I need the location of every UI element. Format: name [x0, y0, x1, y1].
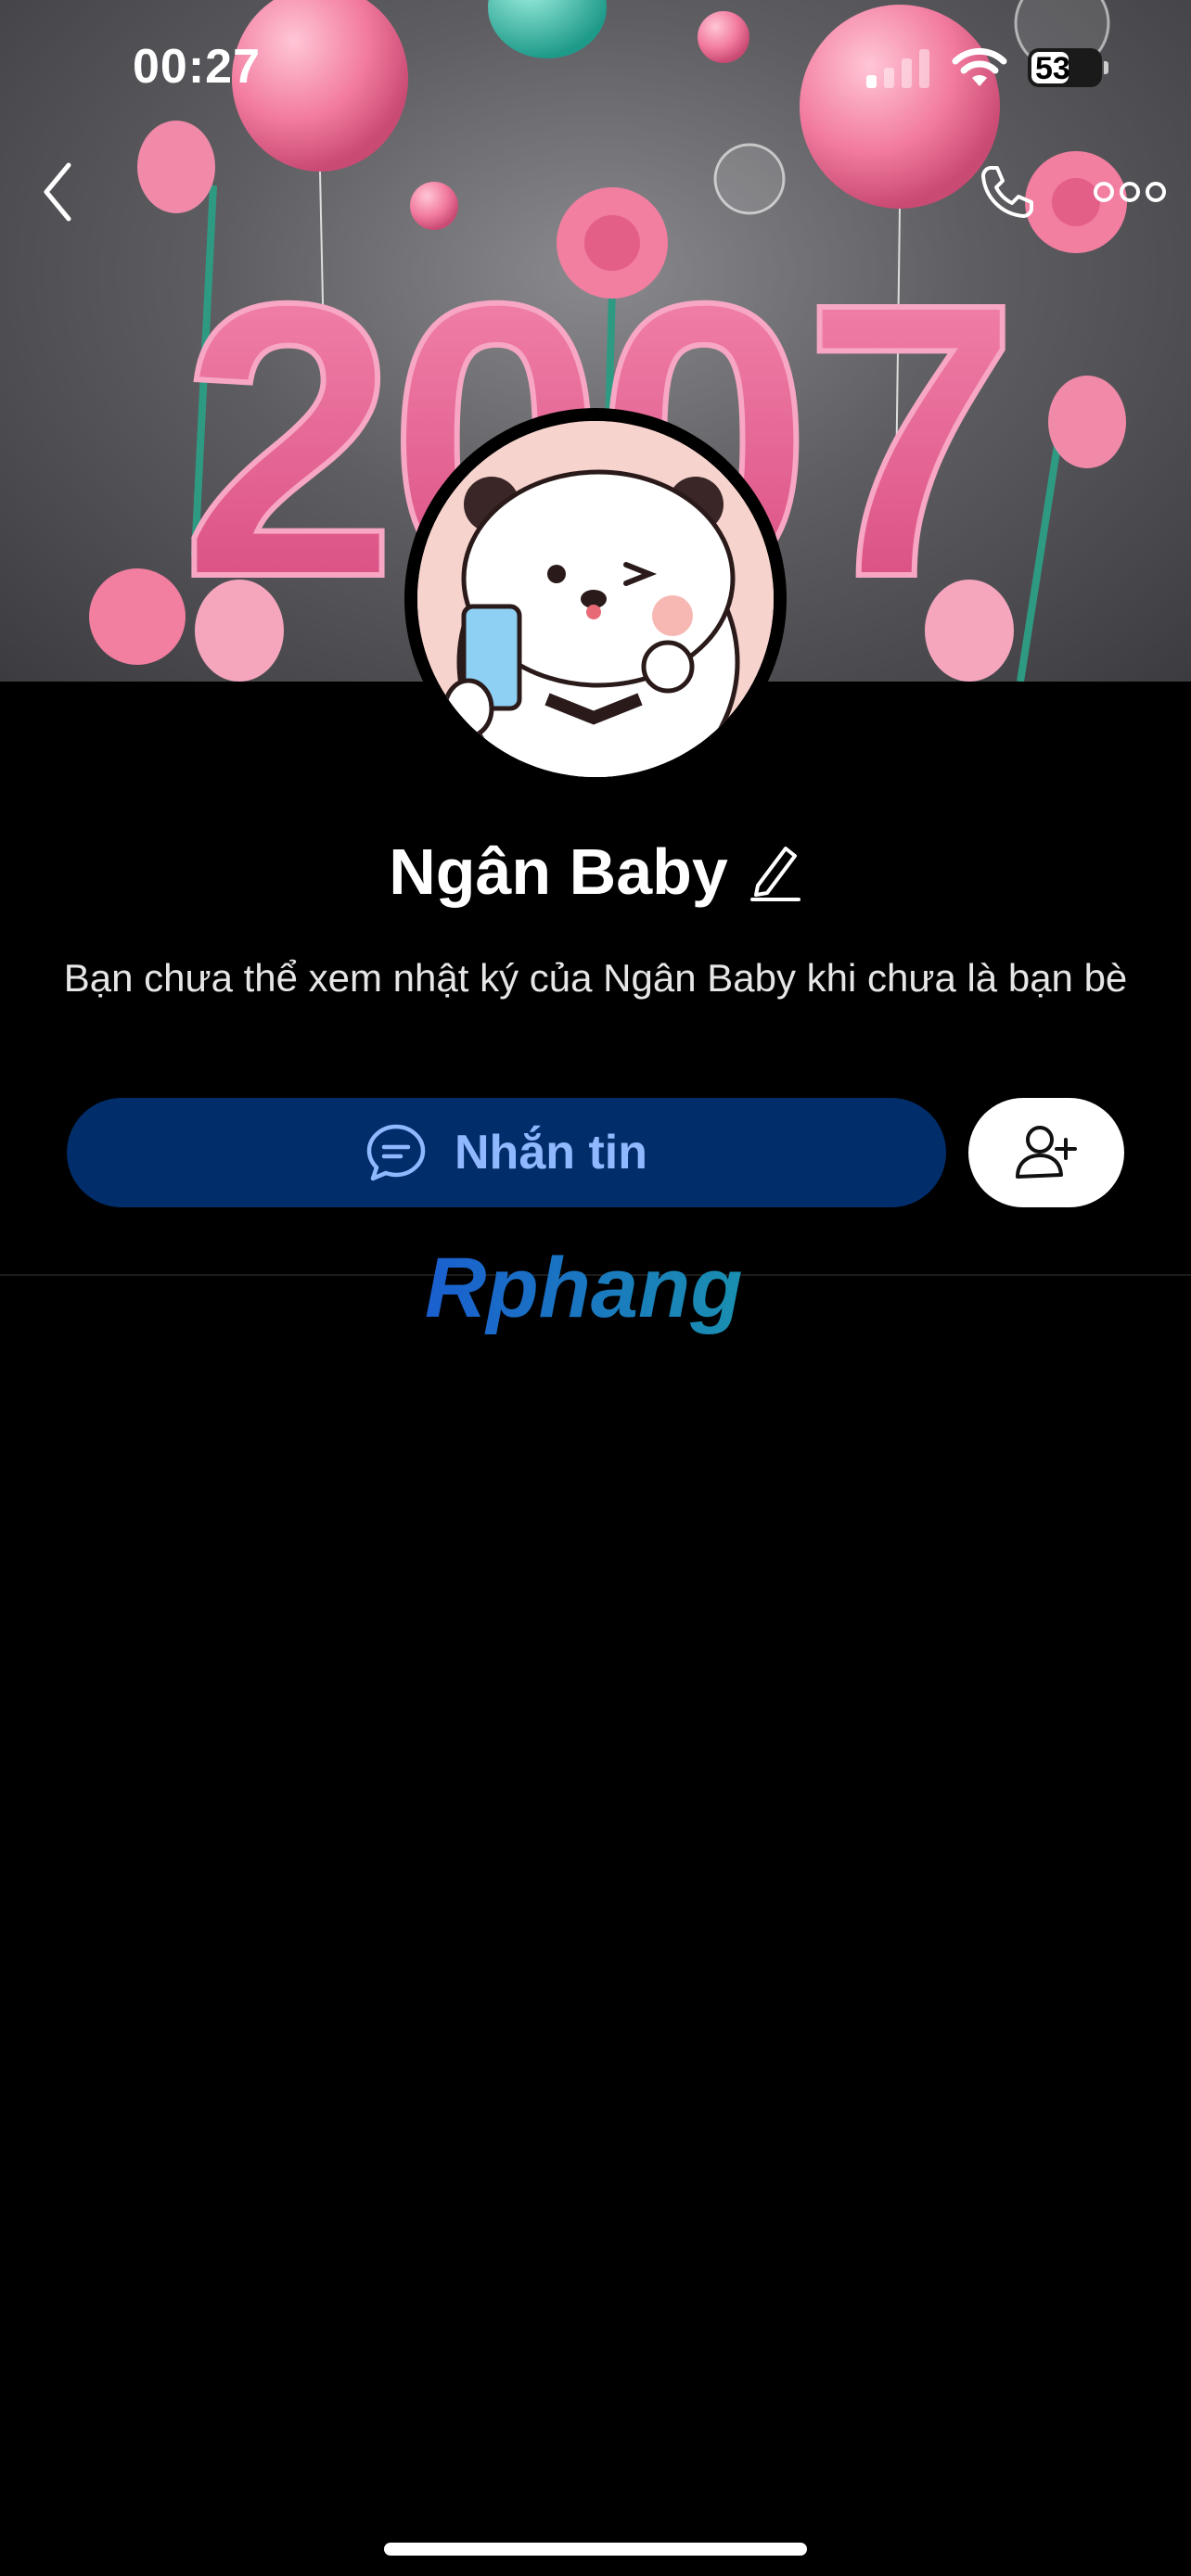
add-friend-icon: [1016, 1126, 1077, 1179]
chevron-left-icon[interactable]: [37, 159, 78, 224]
profile-name: Ngân Baby: [389, 835, 728, 908]
pencil-icon[interactable]: [749, 841, 802, 902]
battery-level: 53: [1035, 51, 1070, 86]
watermark-logo: Rphang: [425, 1241, 742, 1335]
battery-icon: 53: [1028, 48, 1108, 87]
message-button-label: Nhắn tin: [455, 1126, 647, 1180]
cellular-signal-icon: [866, 49, 929, 88]
balloon: [698, 11, 749, 63]
add-friend-button[interactable]: [968, 1098, 1124, 1207]
avatar-image: [417, 421, 774, 777]
phone-icon[interactable]: [978, 162, 1037, 222]
wifi-icon: [952, 47, 1007, 86]
watermark-text: Rphang: [425, 1241, 742, 1335]
balloon: [488, 0, 607, 58]
status-time: 00:27: [133, 40, 261, 94]
privacy-notice: Bạn chưa thể xem nhật ký của Ngân Baby k…: [63, 956, 1128, 1000]
bubble: [713, 143, 786, 215]
chat-bubble-icon: [366, 1124, 426, 1181]
more-dots-icon[interactable]: [1093, 178, 1167, 206]
home-indicator[interactable]: [384, 2543, 807, 2556]
panda-bear-illustration: [417, 421, 774, 777]
status-icons: 53: [866, 45, 1108, 91]
profile-name-row: Ngân Baby: [0, 835, 1191, 909]
message-button[interactable]: Nhắn tin: [67, 1098, 946, 1207]
avatar[interactable]: [404, 408, 787, 790]
